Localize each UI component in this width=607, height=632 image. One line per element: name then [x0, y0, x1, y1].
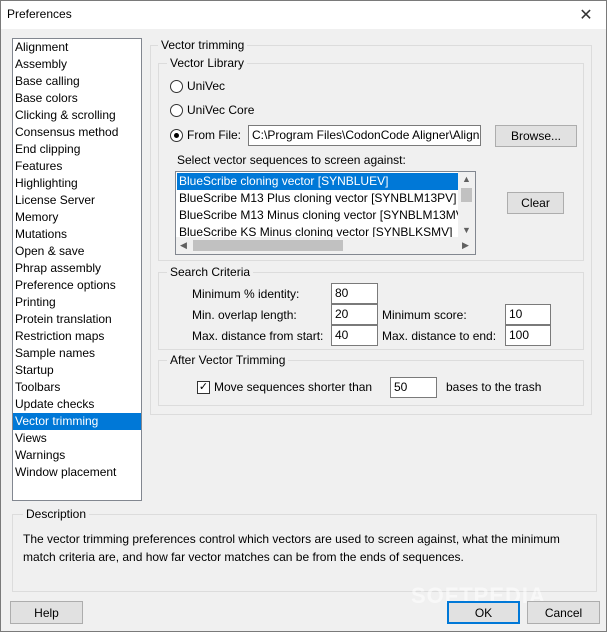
close-icon[interactable]: ✕	[566, 1, 606, 29]
from-file-label: From File:	[187, 128, 241, 142]
max-start-field[interactable]: 40	[331, 325, 378, 346]
category-item[interactable]: Alignment	[13, 39, 141, 56]
min-overlap-field[interactable]: 20	[331, 304, 378, 325]
vector-item[interactable]: BlueScribe M13 Minus cloning vector [SYN…	[177, 207, 459, 224]
category-item[interactable]: Protein translation	[13, 311, 141, 328]
vector-trimming-title: Vector trimming	[158, 38, 248, 52]
window-title: Preferences	[7, 7, 72, 21]
category-item[interactable]: Base calling	[13, 73, 141, 90]
category-item[interactable]: Preference options	[13, 277, 141, 294]
min-score-label: Minimum score:	[382, 308, 467, 322]
select-vectors-label: Select vector sequences to screen agains…	[177, 153, 406, 167]
min-identity-label: Minimum % identity:	[192, 287, 300, 301]
scroll-left-icon[interactable]: ◀	[180, 240, 187, 251]
trash-label: bases to the trash	[446, 380, 542, 394]
category-item[interactable]: Highlighting	[13, 175, 141, 192]
univec-core-radio[interactable]	[170, 104, 183, 117]
browse-button[interactable]: Browse...	[495, 125, 577, 147]
vector-item-selected[interactable]: BlueScribe cloning vector [SYNBLUEV]	[177, 173, 459, 190]
vertical-scroll-thumb[interactable]	[461, 188, 472, 202]
cancel-button[interactable]: Cancel	[527, 601, 600, 624]
min-identity-field[interactable]: 80	[331, 283, 378, 304]
category-item[interactable]: Printing	[13, 294, 141, 311]
univec-core-label: UniVec Core	[187, 103, 255, 117]
category-item[interactable]: Window placement	[13, 464, 141, 481]
category-item-selected[interactable]: Vector trimming	[13, 413, 141, 430]
univec-label: UniVec	[187, 79, 226, 93]
scroll-down-icon[interactable]: ▼	[462, 225, 471, 235]
category-item[interactable]: Features	[13, 158, 141, 175]
category-item[interactable]: Sample names	[13, 345, 141, 362]
clear-button[interactable]: Clear	[507, 192, 564, 214]
horizontal-scrollbar[interactable]: ◀ ▶	[176, 237, 475, 254]
max-start-label: Max. distance from start:	[192, 329, 324, 343]
category-item[interactable]: Clicking & scrolling	[13, 107, 141, 124]
category-item[interactable]: Open & save	[13, 243, 141, 260]
horizontal-scroll-thumb[interactable]	[193, 240, 343, 251]
move-sequences-checkbox[interactable]: ✓	[197, 381, 210, 394]
scroll-right-icon[interactable]: ▶	[462, 240, 469, 251]
category-item[interactable]: Views	[13, 430, 141, 447]
category-item[interactable]: Update checks	[13, 396, 141, 413]
vector-item[interactable]: BlueScribe M13 Plus cloning vector [SYNB…	[177, 190, 459, 207]
category-item[interactable]: Restriction maps	[13, 328, 141, 345]
preferences-window: Preferences ✕ Alignment Assembly Base ca…	[0, 0, 607, 632]
move-threshold-field[interactable]: 50	[390, 377, 437, 398]
category-item[interactable]: Memory	[13, 209, 141, 226]
category-item[interactable]: License Server	[13, 192, 141, 209]
scroll-up-icon[interactable]: ▲	[462, 174, 471, 184]
category-item[interactable]: End clipping	[13, 141, 141, 158]
max-end-field[interactable]: 100	[505, 325, 551, 346]
category-item[interactable]: Toolbars	[13, 379, 141, 396]
vertical-scrollbar[interactable]: ▲ ▼	[458, 172, 475, 238]
vector-list[interactable]: BlueScribe cloning vector [SYNBLUEV] Blu…	[175, 171, 476, 255]
search-criteria-title: Search Criteria	[167, 265, 254, 279]
description-text: The vector trimming preferences control …	[23, 532, 560, 564]
after-trimming-title: After Vector Trimming	[167, 353, 289, 367]
category-item[interactable]: Mutations	[13, 226, 141, 243]
category-item[interactable]: Warnings	[13, 447, 141, 464]
from-file-radio[interactable]	[170, 129, 183, 142]
description-title: Description	[23, 507, 90, 521]
category-list[interactable]: Alignment Assembly Base calling Base col…	[12, 38, 142, 501]
file-path-field[interactable]: C:\Program Files\CodonCode Aligner\Align	[248, 125, 481, 146]
title-bar: Preferences ✕	[1, 1, 606, 29]
category-item[interactable]: Startup	[13, 362, 141, 379]
category-item[interactable]: Assembly	[13, 56, 141, 73]
category-item[interactable]: Phrap assembly	[13, 260, 141, 277]
help-button[interactable]: Help	[10, 601, 83, 624]
univec-radio[interactable]	[170, 80, 183, 93]
min-score-field[interactable]: 10	[505, 304, 551, 325]
vector-library-title: Vector Library	[167, 56, 248, 70]
max-end-label: Max. distance to end:	[382, 329, 497, 343]
ok-button[interactable]: OK	[447, 601, 520, 624]
min-overlap-label: Min. overlap length:	[192, 308, 297, 322]
move-sequences-label: Move sequences shorter than	[214, 380, 373, 394]
category-item[interactable]: Base colors	[13, 90, 141, 107]
category-item[interactable]: Consensus method	[13, 124, 141, 141]
